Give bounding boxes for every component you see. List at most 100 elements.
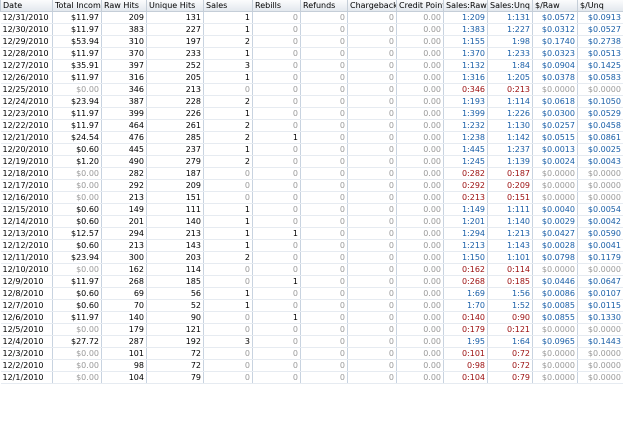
table-row[interactable]: 12/17/2010 $0.00 292 209 0 0 0 0 0.00 0:292 0:209 $…: [0, 179, 623, 192]
cell-rebills: 0: [252, 239, 301, 252]
table-row[interactable]: 12/10/2010 $0.00 162 114 0 0 0 0 0.00 0:162 0:114 $…: [0, 263, 623, 276]
cell-unique-hits: 56: [146, 287, 204, 300]
cell-refunds: 0: [300, 287, 348, 300]
table-row[interactable]: 12/14/2010 $0.60 201 140 1 0 0 0 0.00 1:201 1:140 $…: [0, 215, 623, 228]
cell-refunds: 0: [300, 143, 348, 156]
cell-sales-raw: 1:70: [443, 299, 488, 312]
cell-dollar-per-unq: $0.0043: [577, 155, 623, 168]
column-header-refunds[interactable]: Refunds: [300, 0, 348, 12]
table-row[interactable]: 12/25/2010 $0.00 346 213 0 0 0 0 0.00 0:346 0:213 $…: [0, 83, 623, 96]
cell-rebills: 1: [252, 275, 301, 288]
cell-credit-points: 0.00: [396, 347, 444, 360]
cell-sales-unq: 1:213: [487, 227, 533, 240]
cell-total-income: $24.54: [52, 131, 102, 144]
cell-date: 12/6/2010: [0, 311, 53, 324]
cell-dollar-per-unq: $0.0000: [577, 191, 623, 204]
cell-chargebacks: 0: [347, 83, 397, 96]
cell-rebills: 0: [252, 251, 301, 264]
cell-sales: 3: [203, 59, 253, 72]
column-header-chargebacks[interactable]: Chargebacks: [347, 0, 397, 12]
table-row[interactable]: 12/4/2010 $27.72 287 192 3 0 0 0 0.00 1:95 1:64 $0.…: [0, 335, 623, 348]
cell-refunds: 0: [300, 23, 348, 36]
cell-rebills: 0: [252, 71, 301, 84]
cell-refunds: 0: [300, 47, 348, 60]
column-header-date[interactable]: Date: [0, 0, 53, 12]
cell-sales: 0: [203, 167, 253, 180]
cell-rebills: 0: [252, 95, 301, 108]
table-row[interactable]: 12/28/2010 $11.97 370 233 1 0 0 0 0.00 1:370 1:233…: [0, 47, 623, 60]
cell-total-income: $0.00: [52, 263, 102, 276]
table-row[interactable]: 12/16/2010 $0.00 213 151 0 0 0 0 0.00 0:213 0:151 $…: [0, 191, 623, 204]
cell-raw-hits: 294: [101, 227, 147, 240]
cell-dollar-per-unq: $0.1443: [577, 335, 623, 348]
table-row[interactable]: 12/3/2010 $0.00 101 72 0 0 0 0 0.00 0:101 0:72 $0.0…: [0, 347, 623, 360]
table-row[interactable]: 12/29/2010 $53.94 310 197 2 0 0 0 0.00 1:155 1:98 $…: [0, 35, 623, 48]
table-row[interactable]: 12/19/2010 $1.20 490 279 2 0 0 0 0.00 1:245 1:139 $…: [0, 155, 623, 168]
cell-dollar-per-raw: $0.0000: [532, 371, 578, 384]
table-row[interactable]: 12/24/2010 $23.94 387 228 2 0 0 0 0.00 1:193 1:114…: [0, 95, 623, 108]
cell-sales: 0: [203, 347, 253, 360]
table-row[interactable]: 12/18/2010 $0.00 282 187 0 0 0 0 0.00 0:282 0:187 $…: [0, 167, 623, 180]
table-row[interactable]: 12/26/2010 $11.97 316 205 1 0 0 0 0.00 1:316 1:205…: [0, 71, 623, 84]
cell-total-income: $12.57: [52, 227, 102, 240]
table-row[interactable]: 12/20/2010 $0.60 445 237 1 0 0 0 0.00 1:445 1:237 $…: [0, 143, 623, 156]
cell-refunds: 0: [300, 71, 348, 84]
cell-credit-points: 0.00: [396, 287, 444, 300]
cell-unique-hits: 192: [146, 335, 204, 348]
cell-credit-points: 0.00: [396, 239, 444, 252]
cell-sales: 1: [203, 47, 253, 60]
cell-refunds: 0: [300, 11, 348, 24]
table-row[interactable]: 12/12/2010 $0.60 213 143 1 0 0 0 0.00 1:213 1:143 $…: [0, 239, 623, 252]
cell-dollar-per-unq: $0.0913: [577, 11, 623, 24]
cell-chargebacks: 0: [347, 107, 397, 120]
cell-refunds: 0: [300, 347, 348, 360]
table-row[interactable]: 12/30/2010 $11.97 383 227 1 0 0 0 0.00 1:383 1:227…: [0, 23, 623, 36]
column-header-sales-raw[interactable]: Sales:Raw: [443, 0, 488, 12]
table-row[interactable]: 12/27/2010 $35.91 397 252 3 0 0 0 0.00 1:132 1:84 $…: [0, 59, 623, 72]
column-header-raw-hits[interactable]: Raw Hits: [101, 0, 147, 12]
table-row[interactable]: 12/31/2010 $11.97 209 131 1 0 0 0 0.00 1:209 1:131…: [0, 11, 623, 24]
column-header-total-income[interactable]: Total Income: [52, 0, 102, 12]
column-header-unique-hits[interactable]: Unique Hits: [146, 0, 204, 12]
cell-total-income: $0.00: [52, 191, 102, 204]
table-row[interactable]: 12/22/2010 $11.97 464 261 2 0 0 0 0.00 1:232 1:130…: [0, 119, 623, 132]
column-header-rebills[interactable]: Rebills: [252, 0, 301, 12]
column-header-sales-unq[interactable]: Sales:Unq: [487, 0, 533, 12]
cell-dollar-per-unq: $0.0000: [577, 347, 623, 360]
cell-dollar-per-raw: $0.0323: [532, 47, 578, 60]
cell-chargebacks: 0: [347, 47, 397, 60]
table-row[interactable]: 12/8/2010 $0.60 69 56 1 0 0 0 0.00 1:69 1:56 $0.008…: [0, 287, 623, 300]
cell-refunds: 0: [300, 35, 348, 48]
table-row[interactable]: 12/13/2010 $12.57 294 213 1 1 0 0 0.00 1:294 1:213…: [0, 227, 623, 240]
table-row[interactable]: 12/15/2010 $0.60 149 111 1 0 0 0 0.00 1:149 1:111 $…: [0, 203, 623, 216]
column-header-credit-points[interactable]: Credit Points: [396, 0, 444, 12]
table-row[interactable]: 12/1/2010 $0.00 104 79 0 0 0 0 0.00 0:104 0:79 $0.0…: [0, 371, 623, 384]
table-row[interactable]: 12/5/2010 $0.00 179 121 0 0 0 0 0.00 0:179 0:121 $0…: [0, 323, 623, 336]
column-header-sales[interactable]: Sales: [203, 0, 253, 12]
cell-date: 12/8/2010: [0, 287, 53, 300]
cell-sales-raw: 0:292: [443, 179, 488, 192]
table-row[interactable]: 12/23/2010 $11.97 399 226 1 0 0 0 0.00 1:399 1:226…: [0, 107, 623, 120]
cell-dollar-per-raw: $0.0312: [532, 23, 578, 36]
cell-credit-points: 0.00: [396, 143, 444, 156]
table-row[interactable]: 12/2/2010 $0.00 98 72 0 0 0 0 0.00 0:98 0:72 $0.000…: [0, 359, 623, 372]
cell-dollar-per-raw: $0.0029: [532, 215, 578, 228]
table-row[interactable]: 12/6/2010 $11.97 140 90 0 1 0 0 0.00 0:140 0:90 $0.…: [0, 311, 623, 324]
table-row[interactable]: 12/21/2010 $24.54 476 285 2 1 0 0 0.00 1:238 1:142…: [0, 131, 623, 144]
column-header-dollar-per-unq[interactable]: $/Unq: [577, 0, 623, 12]
cell-total-income: $35.91: [52, 59, 102, 72]
table-row[interactable]: 12/11/2010 $23.94 300 203 2 0 0 0 0.00 1:150 1:101…: [0, 251, 623, 264]
cell-chargebacks: 0: [347, 203, 397, 216]
cell-credit-points: 0.00: [396, 179, 444, 192]
cell-date: 12/9/2010: [0, 275, 53, 288]
cell-dollar-per-unq: $0.0458: [577, 119, 623, 132]
cell-dollar-per-unq: $0.0529: [577, 107, 623, 120]
cell-raw-hits: 316: [101, 71, 147, 84]
cell-sales-raw: 1:316: [443, 71, 488, 84]
cell-dollar-per-raw: $0.0300: [532, 107, 578, 120]
cell-sales: 2: [203, 131, 253, 144]
column-header-dollar-per-raw[interactable]: $/Raw: [532, 0, 578, 12]
table-row[interactable]: 12/7/2010 $0.60 70 52 1 0 0 0 0.00 1:70 1:52 $0.008…: [0, 299, 623, 312]
table-row[interactable]: 12/9/2010 $11.97 268 185 0 1 0 0 0.00 0:268 0:185 $…: [0, 275, 623, 288]
cell-raw-hits: 397: [101, 59, 147, 72]
